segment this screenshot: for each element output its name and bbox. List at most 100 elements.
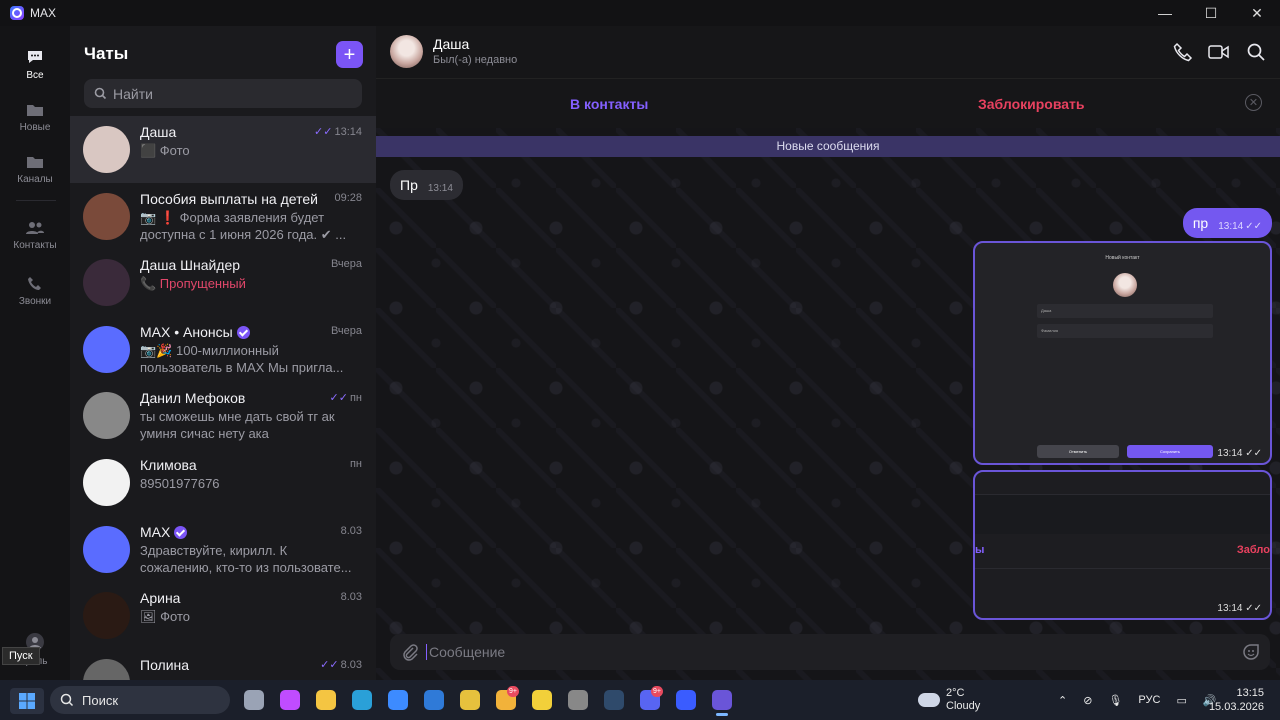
screenshot-cancel-button: Отменить (1037, 445, 1119, 458)
maximize-icon[interactable]: ☐ (1188, 0, 1234, 26)
taskbar-app-outlook[interactable] (416, 686, 452, 714)
conversation-pane: Даша Был(-а) недавно В контакты Заблокир… (376, 26, 1280, 680)
rail-label-contacts: Контакты (13, 240, 57, 251)
avatar (83, 325, 130, 373)
taskbar-app-edge[interactable] (344, 686, 380, 714)
start-button[interactable] (10, 688, 44, 714)
chat-list-item[interactable]: MAX • Анонсы Вчера 📷🎉 100-миллионный польз… (70, 316, 376, 383)
read-ticks-icon: ✓✓ (329, 392, 348, 405)
cloud-icon (918, 693, 940, 707)
contact-name[interactable]: Даша (433, 36, 469, 52)
weather-widget[interactable]: 2°C Cloudy (918, 687, 980, 713)
block-button[interactable]: Заблокировать (978, 96, 1085, 112)
language-indicator[interactable]: РУС (1138, 694, 1160, 706)
chat-list-item[interactable]: Даша ✓✓ 13:14 ⬛ Фото (70, 116, 376, 183)
avatar (83, 525, 130, 573)
avatar[interactable] (390, 35, 423, 68)
taskbar-app-steam[interactable] (596, 686, 632, 714)
message-input[interactable] (426, 644, 1206, 660)
search-icon (60, 693, 74, 707)
taskbar-clock[interactable]: 13:15 15.03.2026 (1209, 686, 1264, 714)
network-off-icon[interactable]: ⊘ (1083, 694, 1092, 707)
taskbar-app-file-explorer[interactable] (308, 686, 344, 714)
search-box[interactable] (84, 79, 362, 108)
sticker-icon[interactable] (1242, 643, 1260, 661)
phone-icon[interactable] (1173, 42, 1193, 62)
chat-time-text: пн (349, 392, 362, 405)
chat-name: Даша Шнайдер (140, 257, 240, 273)
chat-name: MAX (140, 523, 188, 540)
taskbar-app-app-clock[interactable] (560, 686, 596, 714)
chat-time: Вчера (331, 258, 362, 270)
rail-item-new[interactable]: Новые (0, 102, 70, 133)
chat-preview: ⬛ Фото (140, 143, 190, 158)
folder-icon (27, 157, 43, 168)
chat-list-item[interactable]: Пособия выплаты на детей 09:28 📷 ❗ Форма з… (70, 183, 376, 250)
edge-icon (352, 690, 372, 710)
outlook-icon (424, 690, 444, 710)
chat-time: Вчера (331, 325, 362, 337)
taskbar-search[interactable]: Поиск (50, 686, 230, 714)
chat-preview: 📷🎉 100-миллионный пользователь в MAX Мы … (140, 342, 344, 375)
chat-time: 8.03 (341, 591, 362, 603)
rail-item-contacts[interactable]: Контакты (0, 220, 70, 251)
taskbar-app-roblox[interactable] (668, 686, 704, 714)
file-explorer-icon (316, 690, 336, 710)
microphone-icon[interactable]: 🎙 (1108, 694, 1122, 707)
chat-name: Пособия выплаты на детей (140, 191, 318, 207)
notification-badge: 9+ (507, 686, 519, 697)
rail-item-all[interactable]: Все (0, 48, 70, 81)
message-text: пр (1192, 215, 1209, 231)
chevron-up-icon[interactable]: ⌃ (1058, 694, 1067, 707)
taskbar-apps: 9+ 9+ (236, 686, 740, 716)
chat-list-item[interactable]: Даша Шнайдер Вчера 📞 Пропущенный (70, 249, 376, 316)
search-input[interactable] (113, 85, 343, 102)
chat-list-item[interactable]: Климова пн 89501977676 (70, 449, 376, 516)
close-icon[interactable]: ✕ (1245, 94, 1262, 111)
task-view-icon (244, 690, 264, 710)
taskbar-app-discord[interactable]: 9+ (632, 686, 668, 714)
add-to-contacts-button[interactable]: В контакты (570, 96, 648, 112)
search-icon[interactable] (1246, 42, 1266, 62)
chat-time: ✓✓ 8.03 (320, 658, 362, 671)
taskbar-app-copilot[interactable] (272, 686, 308, 714)
copilot-icon (280, 690, 300, 710)
taskbar-app-store[interactable] (380, 686, 416, 714)
chat-name-text: MAX (140, 523, 171, 540)
rail-item-channels[interactable]: Каналы (0, 154, 70, 185)
roblox-icon (676, 690, 696, 710)
max-logo-icon (10, 6, 24, 20)
avatar (83, 126, 130, 173)
avatar (83, 259, 130, 307)
max-icon (712, 690, 732, 710)
chat-name: Даша (140, 124, 176, 140)
chat-list-item[interactable]: Арина 8.03 🖼 Фото (70, 582, 376, 649)
attach-icon[interactable] (402, 643, 418, 661)
display-icon[interactable]: ▭ (1176, 694, 1186, 707)
close-icon[interactable]: ✕ (1234, 0, 1280, 26)
chat-time: 8.03 (341, 525, 362, 537)
image-message[interactable]: ы Забло 13:14 ✓✓ (973, 470, 1272, 620)
taskbar-app-app-star[interactable] (524, 686, 560, 714)
folder-icon (27, 105, 43, 116)
chrome-icon (460, 690, 480, 710)
incoming-message[interactable]: Пр 13:14 (390, 170, 463, 200)
taskbar-app-chrome[interactable] (452, 686, 488, 714)
chat-list-item[interactable]: Полина ✓✓ 8.03 (70, 649, 376, 680)
chat-list-item[interactable]: MAX 8.03 Здравствуйте, кирилл. К сожалению… (70, 516, 376, 583)
chat-list-item[interactable]: Данил Мефоков ✓✓ пн ты сможешь мне дать сво… (70, 382, 376, 449)
screenshot-left-text: ы (975, 544, 985, 556)
minimize-icon[interactable]: — (1142, 0, 1188, 26)
taskbar-app-max[interactable] (704, 686, 740, 716)
outgoing-message[interactable]: пр 13:14 ✓✓ (1182, 208, 1272, 238)
rail-item-calls[interactable]: Звонки (0, 276, 70, 307)
window-controls: — ☐ ✕ (1142, 0, 1280, 26)
video-call-icon[interactable] (1208, 42, 1230, 62)
taskbar-app-task-view[interactable] (236, 686, 272, 714)
chat-time-text: 09:28 (334, 191, 362, 204)
avatar (83, 192, 130, 240)
image-message[interactable]: Новый контакт Даша Фамилия Отменить Сохр… (973, 241, 1272, 465)
new-chat-button[interactable]: + (336, 41, 363, 68)
taskbar-app-app-yellow[interactable]: 9+ (488, 686, 524, 714)
window-title: MAX (30, 6, 57, 20)
